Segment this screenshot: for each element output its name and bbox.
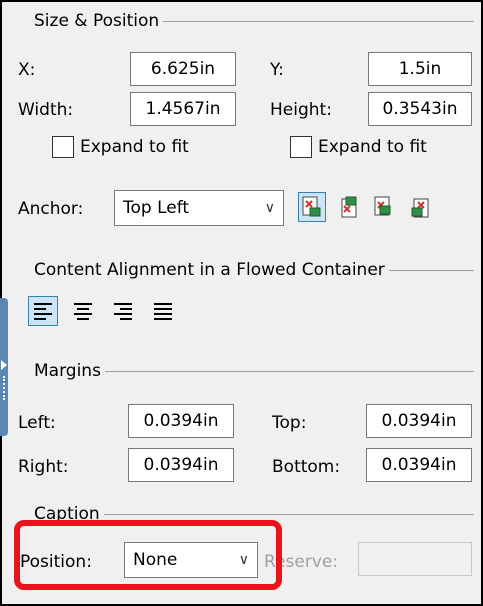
align-center-button[interactable]: [68, 296, 98, 326]
align-justify-button[interactable]: [148, 296, 178, 326]
anchor-top-right-button[interactable]: [334, 192, 362, 222]
x-field[interactable]: 6.625in: [130, 52, 236, 86]
anchor-bottom-right-button[interactable]: [406, 192, 434, 222]
anchor-select-value: Top Left: [123, 198, 190, 218]
expand-height-label[interactable]: Expand to fit: [318, 135, 427, 159]
margin-bottom-label: Bottom:: [272, 457, 341, 477]
caption-reserve-field[interactable]: [358, 542, 472, 576]
expand-arrow-icon: [1, 360, 7, 370]
expand-height-checkbox[interactable]: [290, 136, 312, 158]
height-field[interactable]: 0.3543in: [368, 92, 472, 126]
content-alignment-title: Content Alignment in a Flowed Container: [22, 259, 389, 281]
align-right-button[interactable]: [108, 296, 138, 326]
x-label: X:: [18, 60, 36, 80]
annotation-highlight-box: [14, 520, 282, 590]
expand-width-checkbox[interactable]: [52, 136, 74, 158]
collapse-panel-handle[interactable]: [0, 298, 8, 436]
size-position-title: Size & Position: [22, 10, 164, 32]
height-label: Height:: [270, 100, 332, 120]
grip-dots-icon: [3, 376, 5, 400]
margin-top-field[interactable]: 0.0394in: [366, 404, 472, 438]
margin-right-field[interactable]: 0.0394in: [128, 448, 234, 482]
anchor-bottom-left-button[interactable]: [370, 192, 398, 222]
anchor-top-left-icon: [302, 196, 321, 217]
anchor-bottom-left-icon: [374, 196, 391, 216]
margin-left-field[interactable]: 0.0394in: [128, 404, 234, 438]
margin-right-label: Right:: [18, 457, 69, 477]
object-properties-panel: Size & Position X: 6.625in Y: 1.5in Widt…: [8, 4, 481, 604]
chevron-down-icon: ∨: [264, 200, 275, 216]
width-field[interactable]: 1.4567in: [130, 92, 236, 126]
anchor-label: Anchor:: [18, 199, 84, 219]
margin-left-label: Left:: [18, 413, 56, 433]
expand-width-label[interactable]: Expand to fit: [80, 135, 189, 159]
margins-title: Margins: [22, 360, 105, 382]
y-label: Y:: [270, 60, 284, 80]
margin-bottom-field[interactable]: 0.0394in: [366, 448, 472, 482]
anchor-select[interactable]: Top Left ∨: [114, 190, 284, 226]
anchor-bottom-right-icon: [411, 198, 429, 218]
anchor-top-right-icon: [341, 196, 357, 218]
anchor-top-left-button[interactable]: [298, 192, 326, 222]
width-label: Width:: [18, 100, 74, 120]
align-left-button[interactable]: [28, 296, 58, 326]
margin-top-label: Top:: [272, 413, 307, 433]
y-field[interactable]: 1.5in: [368, 52, 472, 86]
